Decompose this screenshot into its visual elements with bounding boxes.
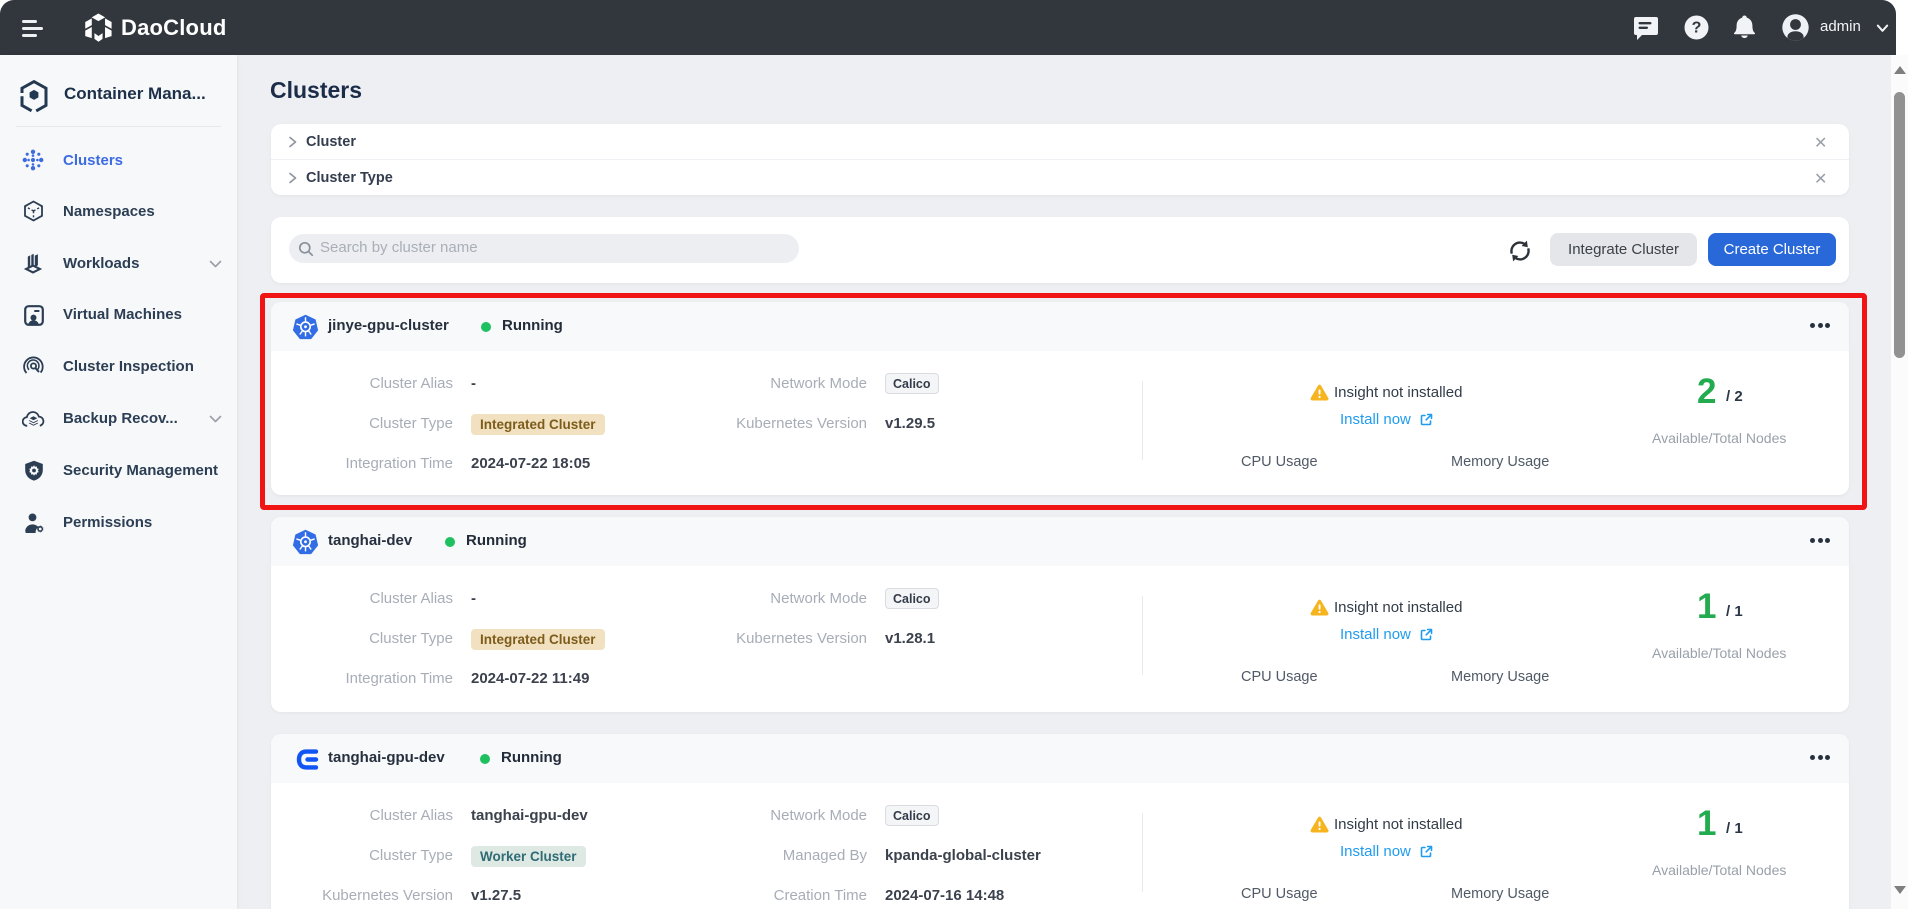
svg-text:?: ? [1692,20,1702,37]
